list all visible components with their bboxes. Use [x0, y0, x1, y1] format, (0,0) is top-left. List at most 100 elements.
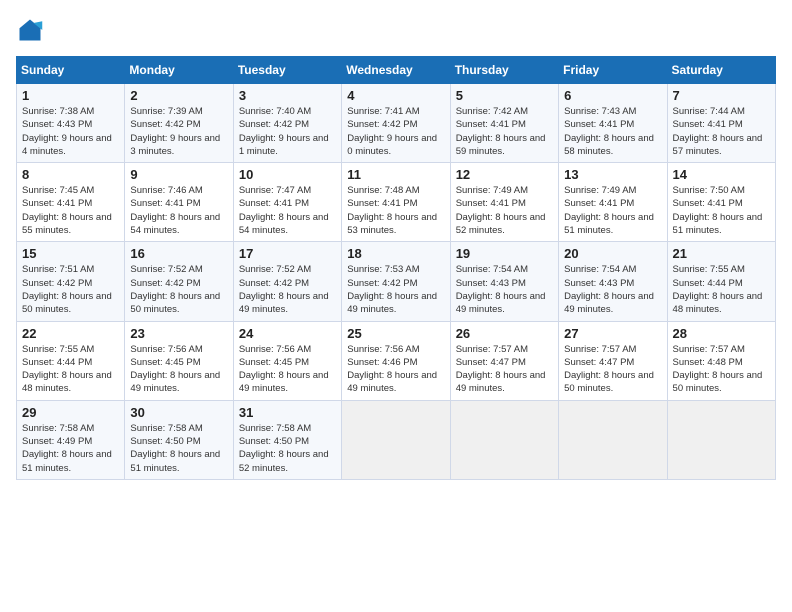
calendar-cell [450, 400, 558, 479]
day-number: 12 [456, 167, 553, 182]
weekday-header: Saturday [667, 57, 775, 84]
day-info: Sunrise: 7:54 AM Sunset: 4:43 PM Dayligh… [456, 263, 553, 316]
day-info: Sunrise: 7:58 AM Sunset: 4:50 PM Dayligh… [130, 422, 227, 475]
calendar-cell: 20 Sunrise: 7:54 AM Sunset: 4:43 PM Dayl… [559, 242, 667, 321]
day-number: 11 [347, 167, 444, 182]
weekday-header: Wednesday [342, 57, 450, 84]
day-number: 25 [347, 326, 444, 341]
day-info: Sunrise: 7:56 AM Sunset: 4:45 PM Dayligh… [130, 343, 227, 396]
calendar-cell [667, 400, 775, 479]
day-number: 14 [673, 167, 770, 182]
day-number: 20 [564, 246, 661, 261]
day-number: 2 [130, 88, 227, 103]
calendar-week-row: 29 Sunrise: 7:58 AM Sunset: 4:49 PM Dayl… [17, 400, 776, 479]
day-info: Sunrise: 7:48 AM Sunset: 4:41 PM Dayligh… [347, 184, 444, 237]
day-info: Sunrise: 7:41 AM Sunset: 4:42 PM Dayligh… [347, 105, 444, 158]
calendar-cell: 31 Sunrise: 7:58 AM Sunset: 4:50 PM Dayl… [233, 400, 341, 479]
calendar-cell: 16 Sunrise: 7:52 AM Sunset: 4:42 PM Dayl… [125, 242, 233, 321]
calendar-cell: 29 Sunrise: 7:58 AM Sunset: 4:49 PM Dayl… [17, 400, 125, 479]
day-info: Sunrise: 7:46 AM Sunset: 4:41 PM Dayligh… [130, 184, 227, 237]
day-info: Sunrise: 7:57 AM Sunset: 4:48 PM Dayligh… [673, 343, 770, 396]
page-header [16, 16, 776, 44]
calendar-cell: 13 Sunrise: 7:49 AM Sunset: 4:41 PM Dayl… [559, 163, 667, 242]
calendar-cell: 30 Sunrise: 7:58 AM Sunset: 4:50 PM Dayl… [125, 400, 233, 479]
calendar-table: SundayMondayTuesdayWednesdayThursdayFrid… [16, 56, 776, 480]
day-number: 22 [22, 326, 119, 341]
calendar-cell: 21 Sunrise: 7:55 AM Sunset: 4:44 PM Dayl… [667, 242, 775, 321]
header-row: SundayMondayTuesdayWednesdayThursdayFrid… [17, 57, 776, 84]
day-info: Sunrise: 7:52 AM Sunset: 4:42 PM Dayligh… [239, 263, 336, 316]
calendar-cell: 22 Sunrise: 7:55 AM Sunset: 4:44 PM Dayl… [17, 321, 125, 400]
day-number: 6 [564, 88, 661, 103]
day-info: Sunrise: 7:47 AM Sunset: 4:41 PM Dayligh… [239, 184, 336, 237]
day-number: 21 [673, 246, 770, 261]
calendar-cell: 24 Sunrise: 7:56 AM Sunset: 4:45 PM Dayl… [233, 321, 341, 400]
day-info: Sunrise: 7:53 AM Sunset: 4:42 PM Dayligh… [347, 263, 444, 316]
day-number: 9 [130, 167, 227, 182]
day-number: 27 [564, 326, 661, 341]
day-info: Sunrise: 7:55 AM Sunset: 4:44 PM Dayligh… [673, 263, 770, 316]
day-info: Sunrise: 7:56 AM Sunset: 4:46 PM Dayligh… [347, 343, 444, 396]
calendar-cell: 26 Sunrise: 7:57 AM Sunset: 4:47 PM Dayl… [450, 321, 558, 400]
calendar-cell: 1 Sunrise: 7:38 AM Sunset: 4:43 PM Dayli… [17, 84, 125, 163]
day-number: 30 [130, 405, 227, 420]
calendar-cell: 17 Sunrise: 7:52 AM Sunset: 4:42 PM Dayl… [233, 242, 341, 321]
weekday-header: Friday [559, 57, 667, 84]
calendar-cell: 2 Sunrise: 7:39 AM Sunset: 4:42 PM Dayli… [125, 84, 233, 163]
calendar-body: 1 Sunrise: 7:38 AM Sunset: 4:43 PM Dayli… [17, 84, 776, 480]
calendar-cell [559, 400, 667, 479]
day-info: Sunrise: 7:57 AM Sunset: 4:47 PM Dayligh… [456, 343, 553, 396]
calendar-cell: 23 Sunrise: 7:56 AM Sunset: 4:45 PM Dayl… [125, 321, 233, 400]
day-number: 15 [22, 246, 119, 261]
day-info: Sunrise: 7:55 AM Sunset: 4:44 PM Dayligh… [22, 343, 119, 396]
logo [16, 16, 48, 44]
calendar-cell: 10 Sunrise: 7:47 AM Sunset: 4:41 PM Dayl… [233, 163, 341, 242]
calendar-cell: 18 Sunrise: 7:53 AM Sunset: 4:42 PM Dayl… [342, 242, 450, 321]
day-number: 23 [130, 326, 227, 341]
day-info: Sunrise: 7:54 AM Sunset: 4:43 PM Dayligh… [564, 263, 661, 316]
calendar-cell: 3 Sunrise: 7:40 AM Sunset: 4:42 PM Dayli… [233, 84, 341, 163]
day-info: Sunrise: 7:38 AM Sunset: 4:43 PM Dayligh… [22, 105, 119, 158]
day-info: Sunrise: 7:40 AM Sunset: 4:42 PM Dayligh… [239, 105, 336, 158]
day-number: 10 [239, 167, 336, 182]
calendar-cell: 11 Sunrise: 7:48 AM Sunset: 4:41 PM Dayl… [342, 163, 450, 242]
calendar-cell: 19 Sunrise: 7:54 AM Sunset: 4:43 PM Dayl… [450, 242, 558, 321]
calendar-cell: 12 Sunrise: 7:49 AM Sunset: 4:41 PM Dayl… [450, 163, 558, 242]
calendar-cell: 14 Sunrise: 7:50 AM Sunset: 4:41 PM Dayl… [667, 163, 775, 242]
day-number: 7 [673, 88, 770, 103]
calendar-cell: 15 Sunrise: 7:51 AM Sunset: 4:42 PM Dayl… [17, 242, 125, 321]
calendar-cell: 8 Sunrise: 7:45 AM Sunset: 4:41 PM Dayli… [17, 163, 125, 242]
day-info: Sunrise: 7:52 AM Sunset: 4:42 PM Dayligh… [130, 263, 227, 316]
day-info: Sunrise: 7:43 AM Sunset: 4:41 PM Dayligh… [564, 105, 661, 158]
weekday-header: Thursday [450, 57, 558, 84]
day-info: Sunrise: 7:56 AM Sunset: 4:45 PM Dayligh… [239, 343, 336, 396]
day-number: 1 [22, 88, 119, 103]
day-info: Sunrise: 7:50 AM Sunset: 4:41 PM Dayligh… [673, 184, 770, 237]
logo-icon [16, 16, 44, 44]
calendar-cell: 4 Sunrise: 7:41 AM Sunset: 4:42 PM Dayli… [342, 84, 450, 163]
day-number: 31 [239, 405, 336, 420]
calendar-week-row: 8 Sunrise: 7:45 AM Sunset: 4:41 PM Dayli… [17, 163, 776, 242]
day-number: 13 [564, 167, 661, 182]
calendar-week-row: 1 Sunrise: 7:38 AM Sunset: 4:43 PM Dayli… [17, 84, 776, 163]
calendar-cell: 28 Sunrise: 7:57 AM Sunset: 4:48 PM Dayl… [667, 321, 775, 400]
day-number: 29 [22, 405, 119, 420]
calendar-cell [342, 400, 450, 479]
day-number: 19 [456, 246, 553, 261]
day-number: 4 [347, 88, 444, 103]
weekday-header: Sunday [17, 57, 125, 84]
calendar-cell: 27 Sunrise: 7:57 AM Sunset: 4:47 PM Dayl… [559, 321, 667, 400]
calendar-cell: 7 Sunrise: 7:44 AM Sunset: 4:41 PM Dayli… [667, 84, 775, 163]
day-info: Sunrise: 7:58 AM Sunset: 4:50 PM Dayligh… [239, 422, 336, 475]
day-number: 8 [22, 167, 119, 182]
day-info: Sunrise: 7:44 AM Sunset: 4:41 PM Dayligh… [673, 105, 770, 158]
day-number: 28 [673, 326, 770, 341]
day-number: 16 [130, 246, 227, 261]
calendar-header: SundayMondayTuesdayWednesdayThursdayFrid… [17, 57, 776, 84]
calendar-week-row: 22 Sunrise: 7:55 AM Sunset: 4:44 PM Dayl… [17, 321, 776, 400]
calendar-cell: 5 Sunrise: 7:42 AM Sunset: 4:41 PM Dayli… [450, 84, 558, 163]
day-info: Sunrise: 7:57 AM Sunset: 4:47 PM Dayligh… [564, 343, 661, 396]
calendar-week-row: 15 Sunrise: 7:51 AM Sunset: 4:42 PM Dayl… [17, 242, 776, 321]
day-number: 24 [239, 326, 336, 341]
day-info: Sunrise: 7:58 AM Sunset: 4:49 PM Dayligh… [22, 422, 119, 475]
